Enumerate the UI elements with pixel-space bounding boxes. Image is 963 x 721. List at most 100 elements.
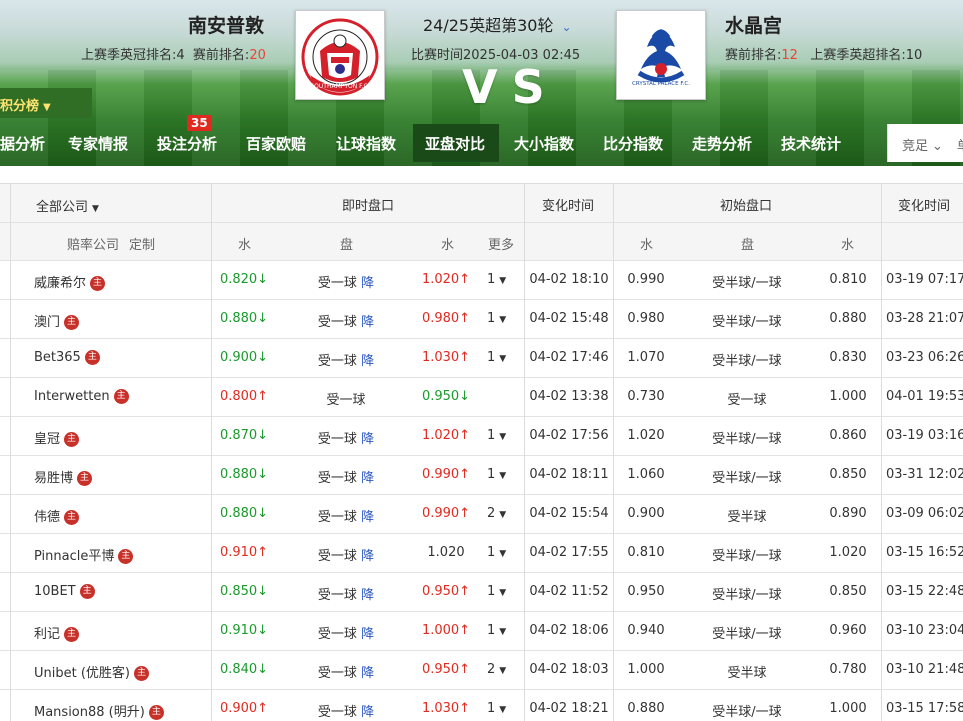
initial-change-time: 03-28 21:07	[886, 311, 963, 326]
arrow-down-icon: ↓	[459, 389, 471, 404]
live-handicap: 受一球 降	[296, 701, 396, 720]
home-mark-icon: 主	[64, 627, 80, 642]
column-divider	[881, 184, 882, 721]
company-name[interactable]: 10BET 主	[34, 584, 95, 599]
more-dropdown[interactable]: 1 ▼	[487, 272, 506, 287]
initial-away-water: 0.850	[829, 584, 867, 599]
company-filter[interactable]: 全部公司 ▼	[36, 196, 99, 215]
caret-down-icon: ▼	[499, 354, 507, 364]
live-home-water-value: 0.880	[219, 311, 258, 326]
initial-home-water: 0.950	[627, 584, 665, 599]
home-team-logo[interactable]: SOUTHAMPTON F.C.	[295, 10, 385, 100]
company-name[interactable]: 利记主	[34, 623, 80, 642]
asian-odds-table: 全部公司 ▼ 即时盘口 变化时间 初始盘口 变化时间 赔率公司 定制 水 盘 水 …	[0, 183, 963, 721]
more-dropdown[interactable]: 1 ▼	[487, 701, 506, 716]
initial-away-water: 0.830	[829, 350, 867, 365]
nav-trend-analysis[interactable]: 走势分析	[692, 124, 752, 162]
handicap-change: 降	[361, 588, 375, 603]
live-away-water: 1.030↑	[406, 350, 486, 365]
nav-data-analysis[interactable]: 据分析	[0, 124, 45, 162]
crystal-palace-crest-icon: CRYSTAL PALACE F.C.	[632, 29, 690, 87]
company-name[interactable]: 澳门主	[34, 311, 80, 330]
nav-euro-odds[interactable]: 百家欧赔	[246, 124, 306, 162]
row-divider	[0, 338, 963, 339]
more-dropdown[interactable]: 1 ▼	[487, 467, 506, 482]
custom-link[interactable]: 定制	[129, 234, 155, 253]
company-name[interactable]: 威廉希尔主	[34, 272, 106, 291]
nav-asian-compare[interactable]: 亚盘对比	[413, 124, 499, 162]
row-divider	[0, 222, 963, 223]
live-away-water: 1.020	[406, 545, 486, 560]
more-dropdown[interactable]: 1 ▼	[487, 311, 506, 326]
initial-change-time: 03-19 07:17	[886, 272, 963, 287]
row-divider	[0, 572, 963, 573]
more-dropdown[interactable]: 2 ▼	[487, 662, 506, 677]
more-dropdown[interactable]: 2 ▼	[487, 506, 506, 521]
away-team-logo[interactable]: CRYSTAL PALACE F.C.	[616, 10, 706, 100]
arrow-up-icon: ↑	[459, 350, 471, 365]
initial-away-water: 0.890	[829, 506, 867, 521]
live-home-water-value: 0.880	[219, 506, 258, 521]
home-team-name[interactable]: 南安普敦	[188, 11, 264, 38]
caret-down-icon: ▼	[499, 315, 507, 325]
arrow-down-icon: ↓	[257, 428, 269, 443]
home-mark-icon: 主	[64, 315, 80, 330]
arrow-down-icon: ↓	[257, 584, 269, 599]
southampton-crest-icon: SOUTHAMPTON F.C.	[301, 18, 379, 96]
chevron-down-icon: ⌄	[932, 139, 943, 154]
initial-change-time: 03-09 06:02	[886, 506, 963, 521]
company-header: 赔率公司	[67, 238, 120, 253]
live-away-water: 0.950↑	[406, 662, 486, 677]
live-handicap: 受一球 降	[296, 428, 396, 447]
nav-expert-intel[interactable]: 专家情报 35	[68, 115, 212, 162]
more-dropdown[interactable]: 1 ▼	[487, 584, 506, 599]
company-name[interactable]: 伟德主	[34, 506, 80, 525]
standings-tab[interactable]: 积分榜 ▼	[0, 88, 92, 118]
company-name[interactable]: Unibet (优胜客) 主	[34, 662, 149, 681]
more-dropdown[interactable]: 1 ▼	[487, 545, 506, 560]
round-selector[interactable]: 24/25英超第30轮 ⌄	[423, 12, 572, 36]
handicap-change: 降	[361, 705, 375, 720]
nav-tech-stats[interactable]: 技术统计	[781, 124, 841, 162]
live-home-water-value: 0.800	[219, 389, 258, 404]
more-dropdown[interactable]: 1 ▼	[487, 350, 506, 365]
company-name-label: 伟德	[34, 510, 61, 525]
company-name[interactable]: Pinnacle平博主	[34, 545, 134, 564]
col-water-live-home: 水	[238, 238, 252, 253]
live-home-water-value: 0.900	[219, 701, 258, 716]
company-name-label: 皇冠	[34, 432, 61, 447]
initial-home-water: 1.070	[627, 350, 665, 365]
company-name[interactable]: Bet365 主	[34, 350, 100, 365]
svg-text:CRYSTAL PALACE F.C.: CRYSTAL PALACE F.C.	[632, 81, 690, 87]
home-mark-icon: 主	[77, 471, 93, 486]
nav-handicap-index[interactable]: 让球指数	[336, 124, 396, 162]
nav-over-under[interactable]: 大小指数	[514, 124, 574, 162]
initial-home-water: 0.990	[627, 272, 665, 287]
initial-away-water: 1.000	[829, 701, 867, 716]
home-mark-icon: 主	[64, 510, 80, 525]
nav-score-index[interactable]: 比分指数	[603, 124, 663, 162]
live-handicap: 受一球 降	[296, 311, 396, 330]
lottery-selector[interactable]: 竞足⌄ 单	[887, 124, 963, 162]
live-handicap-value: 受一球	[317, 705, 357, 720]
initial-away-water: 1.020	[829, 545, 867, 560]
nav-bet-analysis[interactable]: 投注分析	[157, 124, 217, 162]
arrow-up-icon: ↑	[459, 467, 471, 482]
company-name[interactable]: 皇冠主	[34, 428, 80, 447]
company-name-label: 10BET	[34, 584, 76, 599]
away-team-name[interactable]: 水晶宫	[725, 11, 782, 38]
live-away-water: 1.020↑	[406, 272, 486, 287]
company-name[interactable]: Interwetten 主	[34, 389, 129, 404]
row-divider	[0, 611, 963, 612]
more-dropdown[interactable]: 1 ▼	[487, 428, 506, 443]
initial-change-time: 03-15 16:52	[886, 545, 963, 560]
company-name[interactable]: 易胜博主	[34, 467, 93, 486]
more-dropdown[interactable]: 1 ▼	[487, 623, 506, 638]
caret-down-icon: ▼	[499, 588, 507, 598]
company-name[interactable]: Mansion88 (明升) 主	[34, 701, 164, 720]
initial-handicap: 受半球/一球	[712, 354, 782, 369]
column-divider	[524, 184, 525, 721]
live-handicap-value: 受一球	[317, 315, 357, 330]
live-home-water: 0.910↑	[212, 545, 276, 560]
live-home-water-value: 0.870	[219, 428, 258, 443]
